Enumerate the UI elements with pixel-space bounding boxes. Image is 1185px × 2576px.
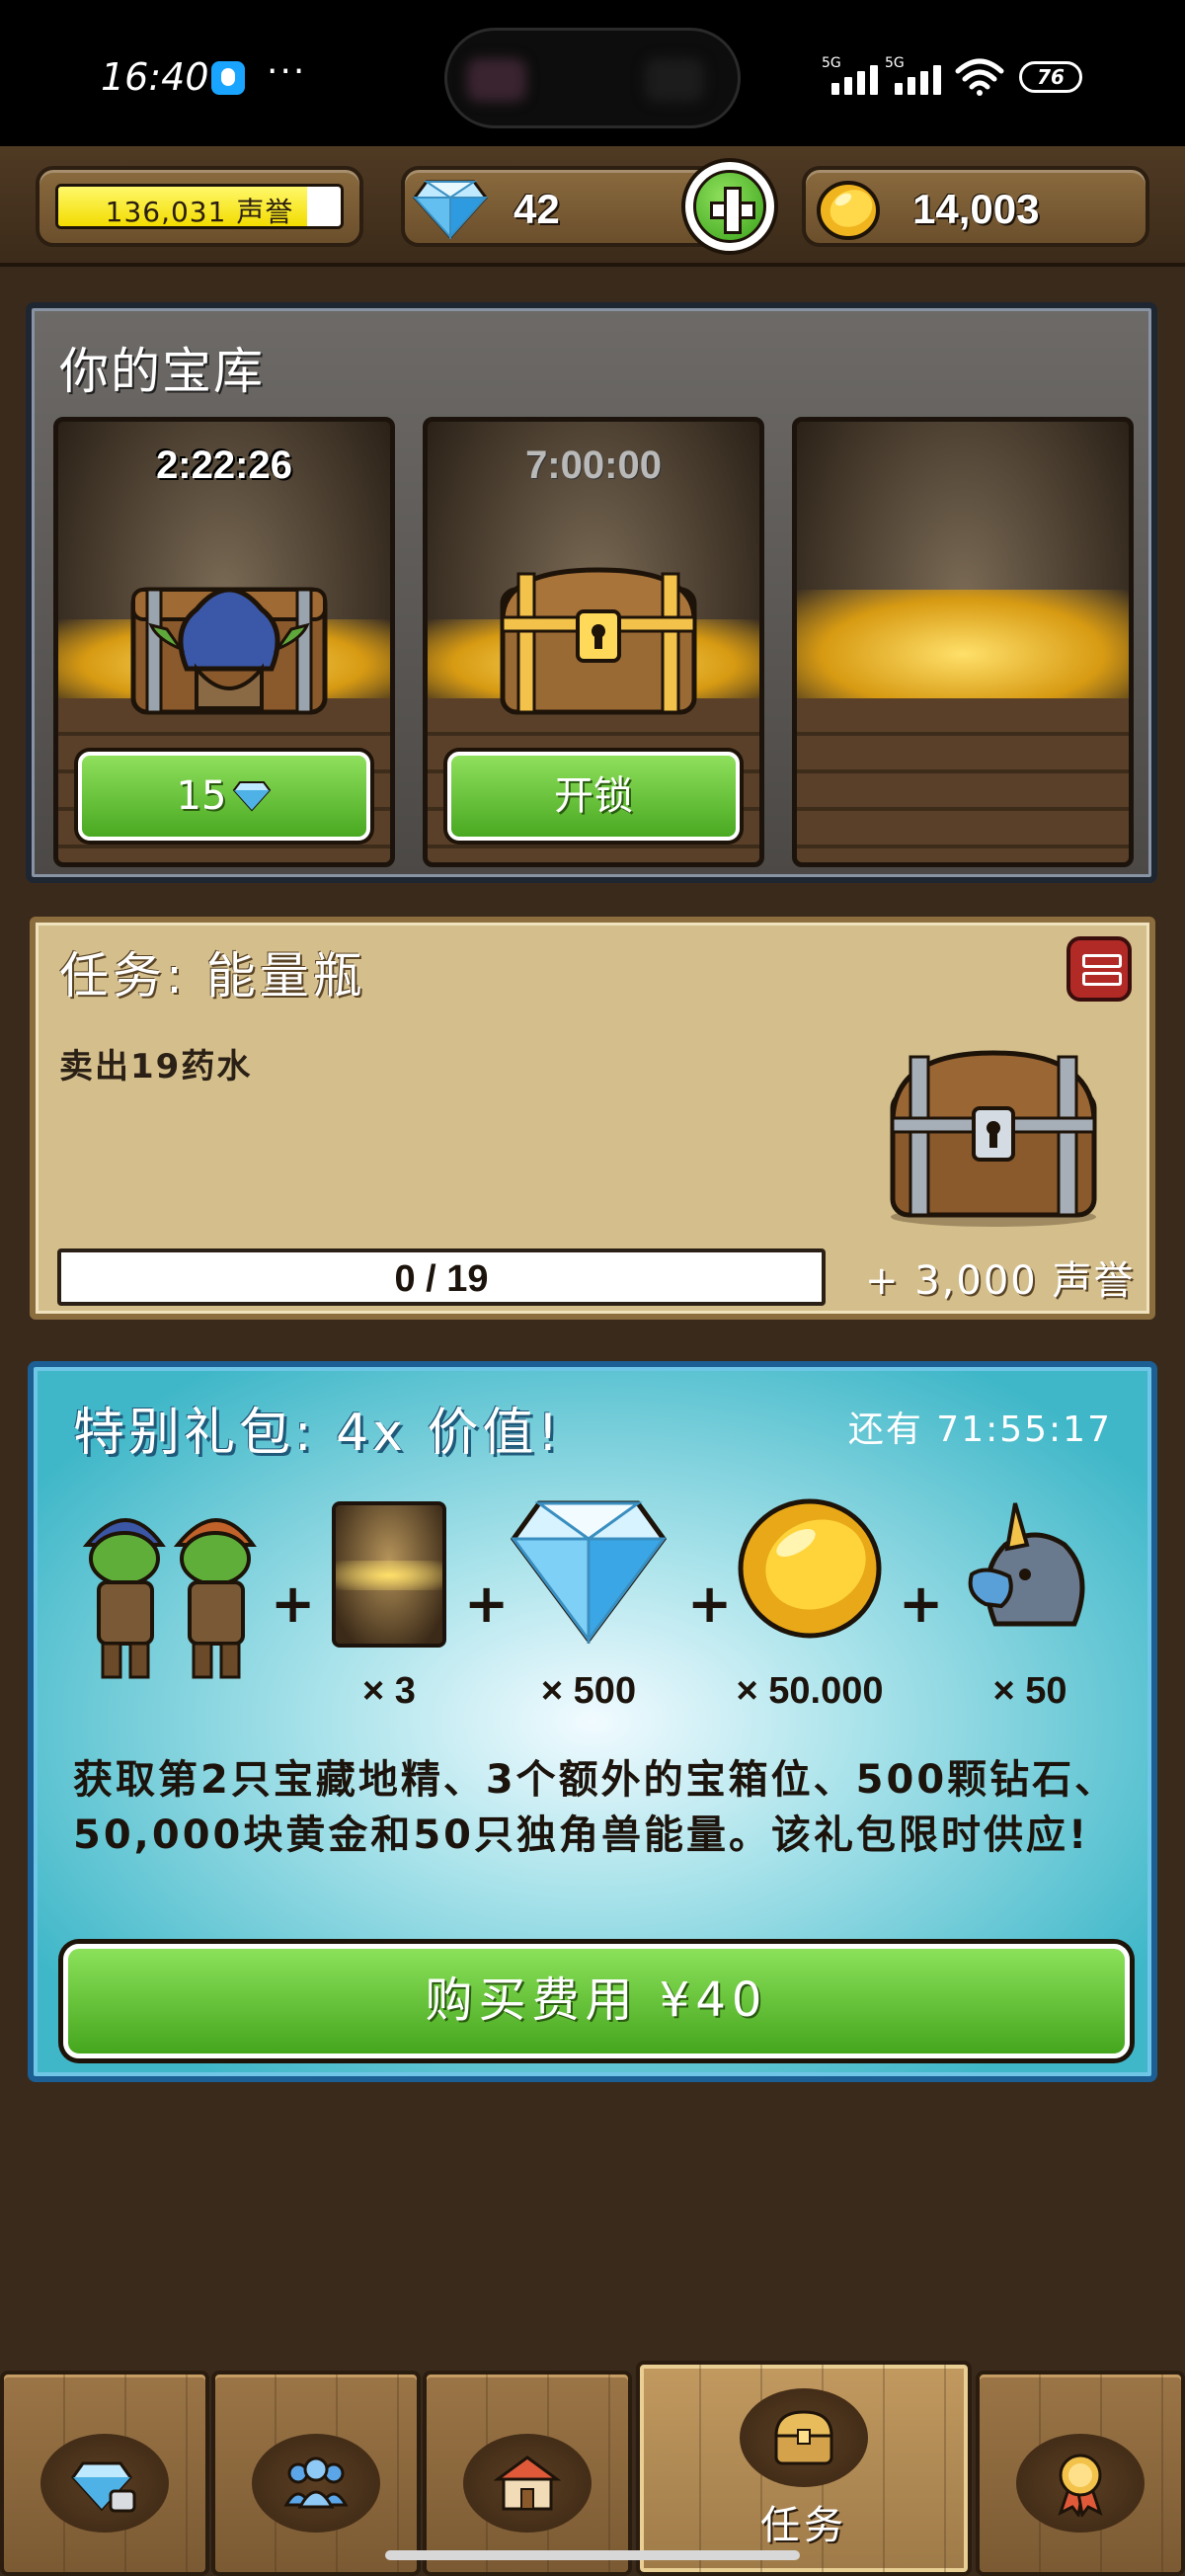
- mission-title: 任务: 能量瓶: [59, 947, 366, 1005]
- status-bar: 16:40 ··· 5G 5G 76: [0, 0, 1185, 146]
- slot-timer: 7:00:00: [525, 443, 662, 487]
- swap-mission-button[interactable]: [1066, 936, 1132, 1002]
- reward-chest-icon: [890, 1050, 1097, 1227]
- offer-item-gold: × 50.000: [721, 1495, 899, 1713]
- instant-open-button[interactable]: 15: [78, 752, 370, 841]
- offer-description: 获取第2只宝藏地精、3个额外的宝箱位、500颗钻石、50,000块黄金和50只独…: [73, 1757, 1118, 1858]
- island-indicator: [645, 58, 704, 102]
- battery-indicator: 76: [1019, 61, 1082, 93]
- offer-item-goblins: [77, 1495, 265, 1713]
- mission-description: 卖出19药水: [59, 1047, 253, 1087]
- medal-icon: [1058, 2454, 1103, 2517]
- gold-coin-icon: [738, 1498, 882, 1639]
- island-app-icon: [467, 58, 526, 102]
- vault-slot-3-empty: [792, 417, 1134, 867]
- vault-slot-1[interactable]: 2:22:26 15: [53, 417, 395, 867]
- gem-icon: [233, 781, 272, 812]
- gem-value: 42: [514, 186, 560, 232]
- gem-shop-icon: [71, 2461, 136, 2513]
- offer-item-chest-slots: × 3: [320, 1495, 458, 1713]
- house-icon: [494, 2455, 561, 2511]
- slot-timer: 2:22:26: [156, 443, 292, 487]
- offer-qty: × 50.000: [736, 1670, 884, 1712]
- dynamic-island: [444, 28, 741, 128]
- plus-sign: +: [271, 1572, 316, 1635]
- add-gems-button[interactable]: [681, 158, 778, 255]
- offer-item-diamonds: × 500: [500, 1495, 677, 1713]
- tab-achievements[interactable]: [976, 2371, 1185, 2576]
- buy-offer-button[interactable]: 购买费用 ¥40: [63, 1944, 1130, 2058]
- gold-pile: [336, 1561, 442, 1590]
- chest-slot-icon: [332, 1501, 446, 1648]
- home-indicator[interactable]: [385, 2550, 800, 2560]
- more-notifications-icon: ···: [267, 51, 307, 92]
- gold-counter[interactable]: 14,003: [802, 166, 1149, 247]
- gold-coin-icon: [817, 181, 880, 240]
- chest-icon: [774, 2410, 833, 2465]
- unicorn-icon: [968, 1502, 1085, 1627]
- tab-shop[interactable]: [423, 2371, 632, 2576]
- goblins-icon: [82, 1518, 257, 1679]
- mission-progress-text: 0 / 19: [394, 1258, 489, 1300]
- resource-bar: 136,031 声誉 42 14,003: [0, 146, 1185, 267]
- offer-item-unicorn: × 50: [946, 1495, 1114, 1713]
- diamond-icon: [510, 1500, 668, 1644]
- offer-qty: × 3: [362, 1670, 416, 1712]
- unlock-button[interactable]: 开锁: [447, 752, 740, 841]
- gold-chest-icon: [500, 567, 697, 715]
- bottom-nav: 任务: [0, 2361, 1185, 2576]
- goblin-chest-icon: [130, 587, 328, 715]
- offer-timer: 还有 71:55:17: [847, 1409, 1112, 1450]
- tab-missions[interactable]: 任务: [636, 2361, 972, 2576]
- tab-missions-label: 任务: [760, 2503, 847, 2548]
- vault-title: 你的宝库: [59, 343, 265, 400]
- reputation-counter[interactable]: 136,031 声誉: [36, 166, 363, 247]
- offer-title: 特别礼包: 4x 价值!: [73, 1404, 563, 1463]
- tab-gem-shop[interactable]: [0, 2371, 209, 2576]
- gold-value: 14,003: [912, 186, 1040, 232]
- mission-reward: + 3,000 声誉: [865, 1258, 1136, 1304]
- signal-strength-icon-1: [831, 61, 878, 95]
- qq-notification-icon: [211, 61, 245, 95]
- wifi-icon: [955, 58, 1004, 96]
- reputation-bar: 136,031 声誉: [55, 184, 344, 229]
- people-icon: [283, 2456, 349, 2509]
- reputation-value: 136,031 声誉: [105, 196, 294, 228]
- vault-slot-2[interactable]: 7:00:00 开锁: [423, 417, 764, 867]
- mission-progress-bar: 0 / 19: [57, 1248, 826, 1306]
- gem-counter[interactable]: 42: [401, 166, 727, 247]
- tab-workers[interactable]: [211, 2371, 421, 2576]
- gem-icon: [413, 180, 488, 239]
- mission-panel: 任务: 能量瓶 卖出19药水 0 / 19 + 3,000 声誉: [30, 917, 1155, 1320]
- plus-icon: [693, 170, 766, 243]
- offer-qty: × 50: [992, 1670, 1067, 1712]
- plus-sign: +: [899, 1572, 944, 1635]
- status-time: 16:40: [101, 55, 209, 99]
- vault-panel: 你的宝库 2:22:26 15 7:00:00 开锁: [26, 302, 1157, 883]
- special-offer-panel: 特别礼包: 4x 价值! 还有 71:55:17 + × 3 + × 500 +…: [28, 1361, 1157, 2082]
- offer-qty: × 500: [540, 1670, 637, 1712]
- vault-floor: [797, 698, 1129, 862]
- instant-open-cost: 15: [176, 773, 227, 819]
- signal-strength-icon-2: [895, 61, 941, 95]
